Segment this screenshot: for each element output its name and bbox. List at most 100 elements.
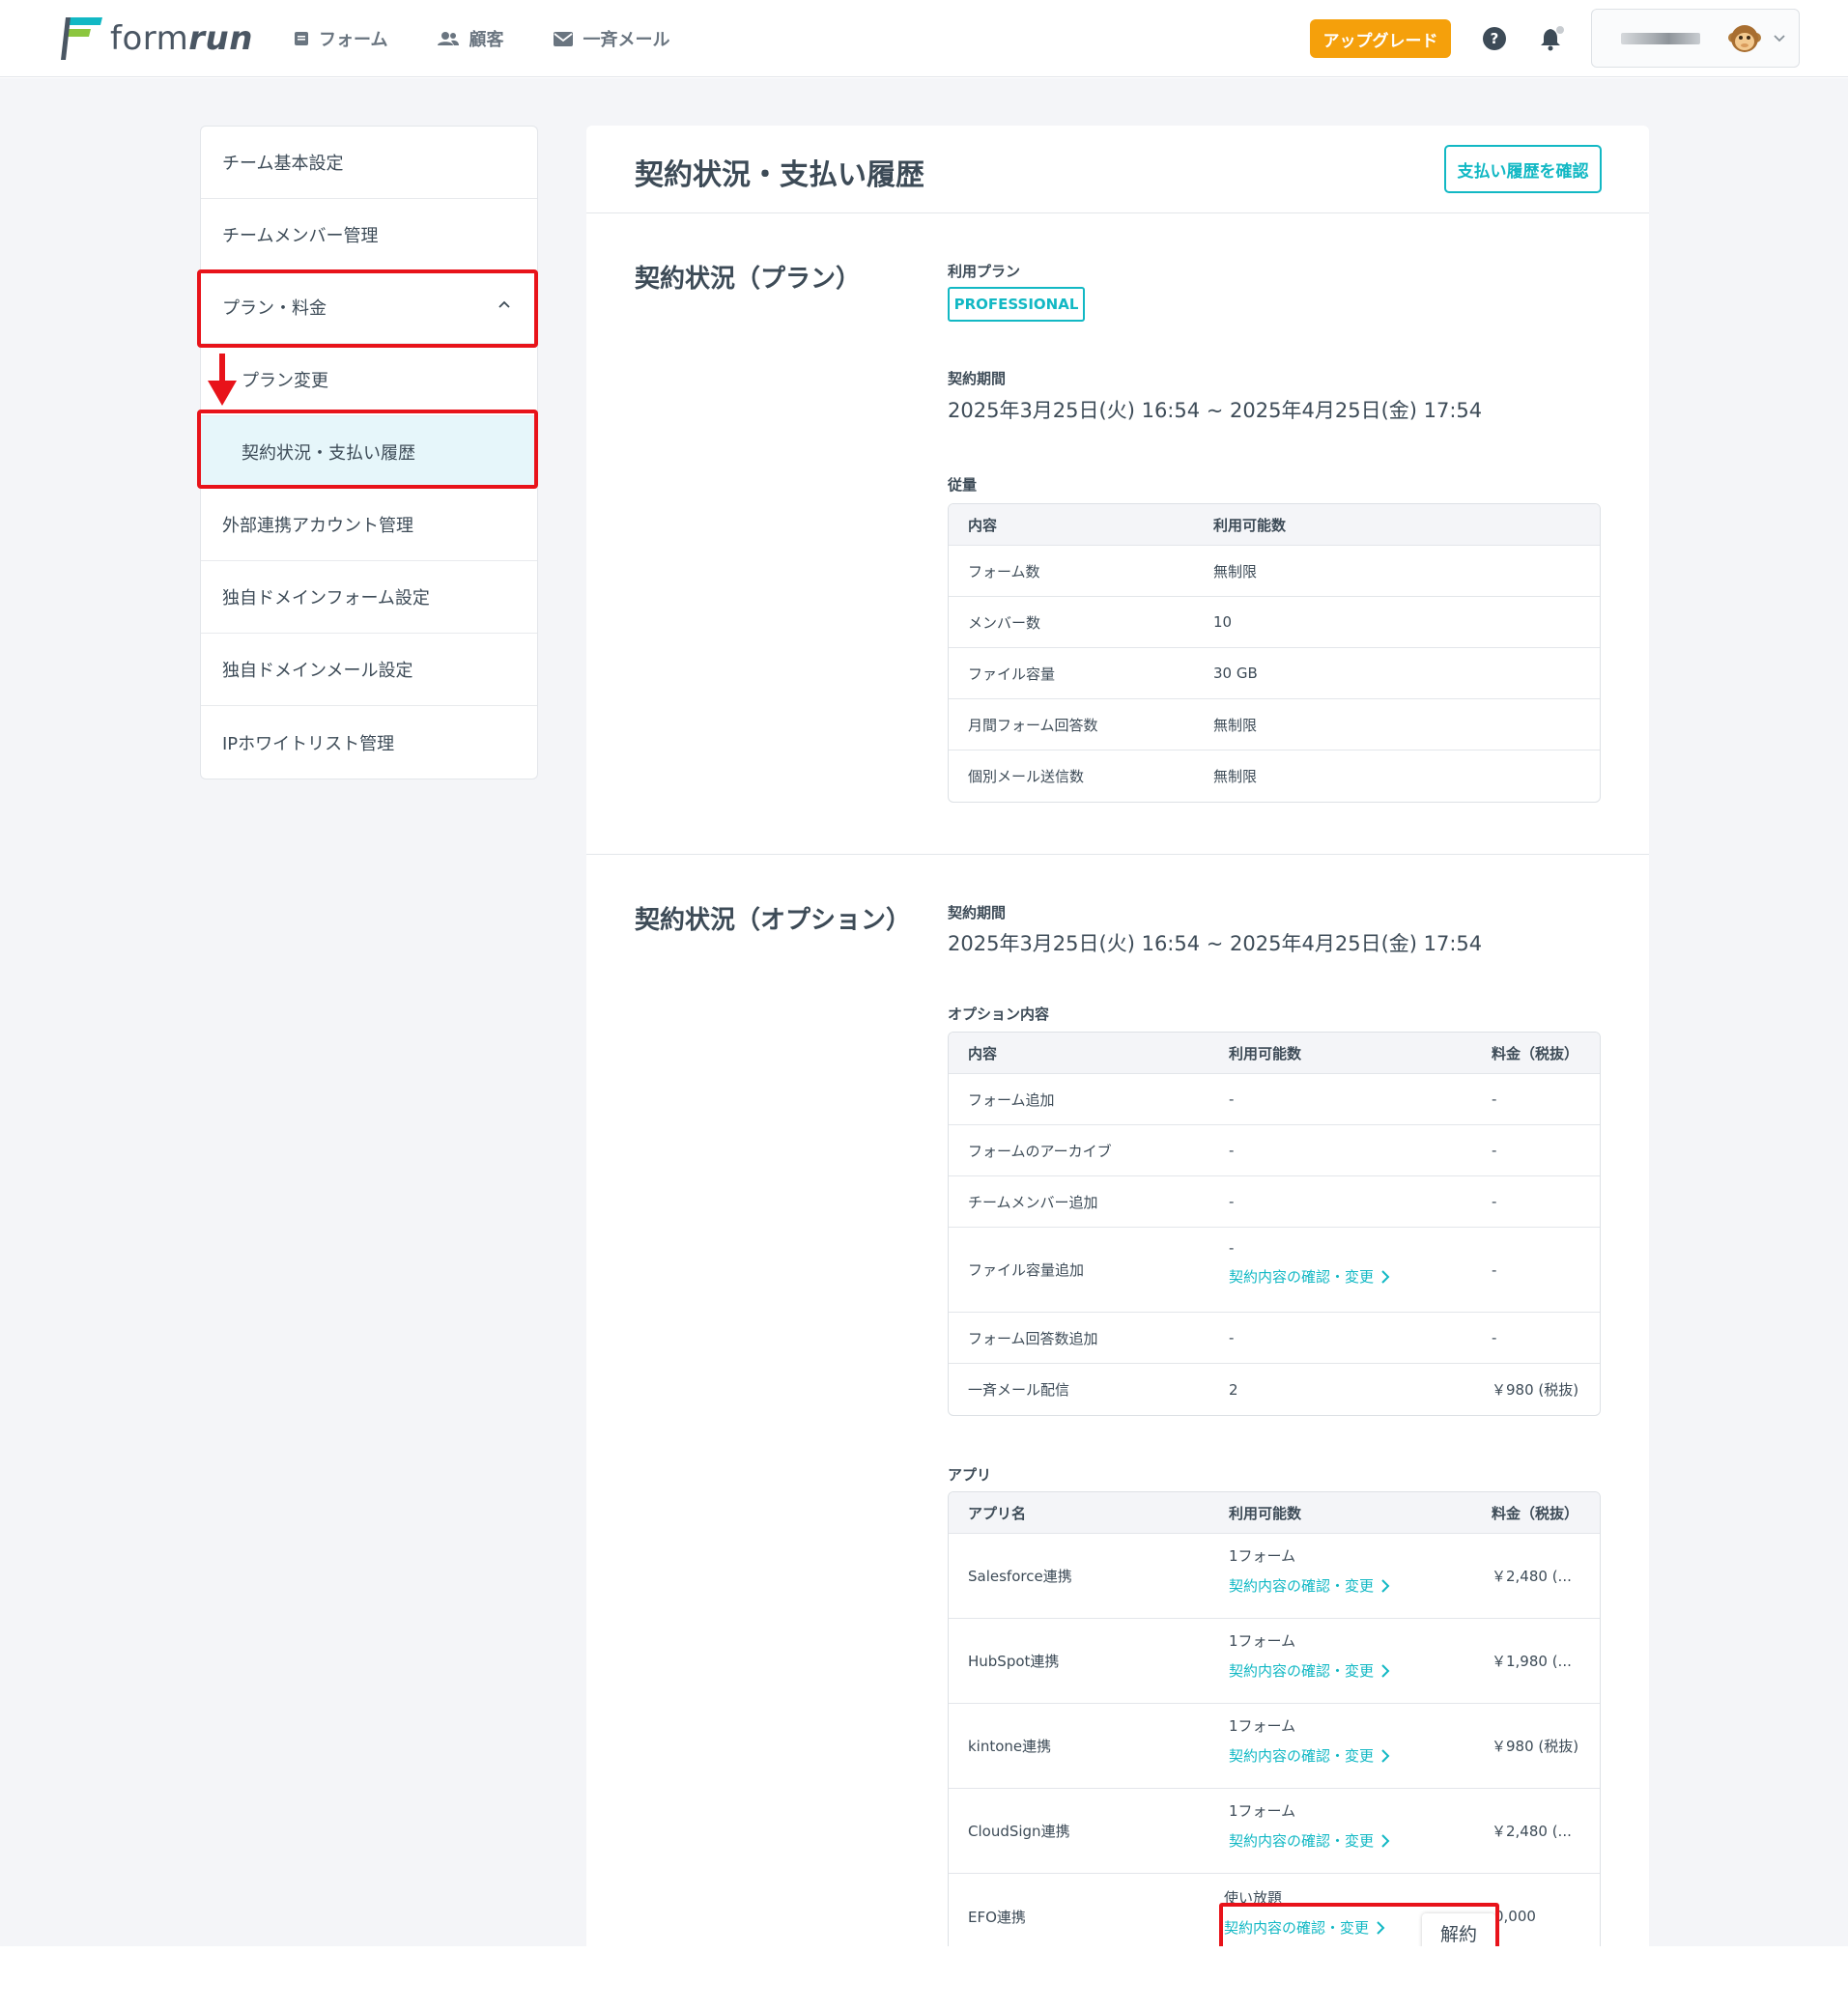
cell: ￥980 (税抜) (1492, 1738, 1579, 1755)
cell-stack: 1フォーム 契約内容の確認・変更 (1229, 1800, 1390, 1851)
mail-icon (554, 31, 574, 46)
cell: Salesforce連携 (968, 1568, 1072, 1585)
table-row: kintone連携 1フォーム 契約内容の確認・変更 ￥980 (税抜) (949, 1704, 1600, 1789)
contract-change-link[interactable]: 契約内容の確認・変更 (1229, 1745, 1390, 1766)
table-row: メンバー数 10 (949, 597, 1600, 648)
sidebar-item-label: チーム基本設定 (222, 154, 344, 174)
sidebar-item-ip-whitelist[interactable]: IPホワイトリスト管理 (201, 706, 537, 779)
contract-change-link[interactable]: 契約内容の確認・変更 (1229, 1660, 1390, 1681)
cell: - (1492, 1260, 1497, 1279)
cell-stack: - 契約内容の確認・変更 (1229, 1239, 1390, 1287)
cell: フォーム数 (968, 562, 1040, 580)
header-cell: アプリ名 (968, 1504, 1027, 1522)
cell: フォーム回答数追加 (968, 1329, 1098, 1347)
option-period: 2025年3月25日(火) 16:54 ~ 2025年4月25日(金) 17:5… (948, 932, 1483, 955)
bottom-edge (0, 1946, 1848, 2010)
form-icon (295, 32, 308, 45)
chevron-right-icon (1381, 1748, 1390, 1763)
chevron-right-icon (1381, 1833, 1390, 1848)
link-label: 契約内容の確認・変更 (1229, 1832, 1375, 1850)
payment-history-button[interactable]: 支払い履歴を確認 (1444, 145, 1602, 193)
cell: 1フォーム (1229, 1717, 1296, 1735)
header-cell: 内容 (968, 516, 998, 534)
table-row: ファイル容量追加 - 契約内容の確認・変更 - (949, 1228, 1600, 1313)
sidebar-item-custom-domain-form[interactable]: 独自ドメインフォーム設定 (201, 561, 537, 634)
nav-forms-label: フォーム (319, 30, 388, 50)
nav-bulk-mail-label: 一斉メール (583, 30, 670, 50)
cell: 個別メール送信数 (968, 768, 1085, 785)
sidebar-item-external-accounts[interactable]: 外部連携アカウント管理 (201, 489, 537, 561)
cell: 1フォーム (1229, 1632, 1296, 1650)
options-label: オプション内容 (948, 1005, 1050, 1023)
apps-label: アプリ (948, 1466, 992, 1484)
sidebar-item-custom-domain-mail[interactable]: 独自ドメインメール設定 (201, 634, 537, 706)
nav-bulk-mail[interactable]: 一斉メール (554, 26, 669, 51)
cell: 無制限 (1213, 562, 1258, 580)
contract-change-link[interactable]: 契約内容の確認・変更 (1229, 1575, 1390, 1596)
header-cell: 料金（税抜） (1492, 1044, 1579, 1062)
header-cell: 内容 (968, 1044, 998, 1062)
plan-section-title: 契約状況（プラン） (635, 265, 862, 294)
options-table: 内容 利用可能数 料金（税抜） フォーム追加 - - フォームのアーカイブ - - チー… (948, 1032, 1601, 1416)
contract-change-link[interactable]: 契約内容の確認・変更 (1229, 1266, 1390, 1287)
cell: - (1229, 1329, 1235, 1346)
formrun-logo[interactable]: formrun (60, 17, 253, 60)
cell: ￥1,980 (... (1492, 1653, 1572, 1670)
cell: 0,000 (1494, 1908, 1536, 1925)
cell: チームメンバー追加 (968, 1193, 1098, 1211)
table-row: フォーム追加 - - (949, 1074, 1600, 1125)
plan-label: 利用プラン (948, 263, 1021, 280)
upgrade-button[interactable]: アップグレード (1310, 19, 1451, 58)
sidebar-item-team-members[interactable]: チームメンバー管理 (201, 199, 537, 271)
page-title: 契約状況・支払い履歴 (635, 158, 924, 192)
cell: - (1492, 1193, 1497, 1210)
logo-text: formrun (110, 19, 253, 58)
apps-table: アプリ名 利用可能数 料金（税抜） Salesforce連携 1フォーム契約内容… (948, 1491, 1601, 1960)
notification-bell-icon[interactable] (1539, 25, 1566, 52)
cell: ファイル容量追加 (968, 1261, 1085, 1279)
chevron-right-icon (1381, 1663, 1390, 1678)
top-navigation-bar: formrun フォーム 顧客 一斉メール アップグレード ? (0, 0, 1848, 77)
cell-stack: 1フォーム契約内容の確認・変更 (1229, 1715, 1390, 1766)
table-row: 月間フォーム回答数 無制限 (949, 699, 1600, 750)
cell: ￥980 (税抜) (1492, 1381, 1579, 1399)
svg-text:?: ? (1491, 30, 1499, 47)
option-section-title: 契約状況（オプション） (635, 906, 912, 935)
cell: - (1229, 1090, 1235, 1108)
cell: ￥2,480 (... (1492, 1568, 1572, 1585)
logo-flag-icon (61, 17, 102, 60)
nav-customers-label: 顧客 (469, 30, 504, 50)
nav-customers[interactable]: 顧客 (438, 26, 503, 51)
table-header: 内容 利用可能数 料金（税抜） (949, 1033, 1600, 1074)
cell: CloudSign連携 (968, 1823, 1070, 1840)
chevron-right-icon (1381, 1578, 1390, 1593)
usage-label: 従量 (948, 476, 978, 494)
cell: ￥2,480 (... (1492, 1823, 1572, 1840)
cell: 一斉メール配信 (968, 1381, 1070, 1399)
cell: フォームのアーカイブ (968, 1142, 1112, 1160)
user-menu[interactable] (1591, 9, 1800, 68)
usage-table: 内容 利用可能数 フォーム数 無制限 メンバー数 10 ファイル容量 30 GB 月間… (948, 503, 1601, 803)
cell-stack: 1フォーム 契約内容の確認・変更 (1229, 1545, 1390, 1596)
cell: - (1229, 1193, 1235, 1210)
table-row: 一斉メール配信 2 ￥980 (税抜) (949, 1364, 1600, 1415)
contract-change-link[interactable]: 契約内容の確認・変更 (1229, 1830, 1390, 1851)
table-row: フォーム回答数追加 - - (949, 1313, 1600, 1364)
nav-forms[interactable]: フォーム (294, 26, 387, 51)
period-label: 契約期間 (948, 370, 1007, 387)
sidebar-item-plan-change[interactable]: プラン変更 (201, 344, 537, 416)
main-nav: フォーム 顧客 一斉メール (294, 26, 669, 51)
sidebar-item-label: 独自ドメインフォーム設定 (222, 588, 430, 609)
header-cell: 利用可能数 (1229, 1044, 1302, 1062)
sidebar-item-label: プラン変更 (242, 371, 328, 391)
user-name-blurred (1621, 33, 1700, 44)
table-header: アプリ名 利用可能数 料金（税抜） (949, 1492, 1600, 1534)
users-icon (438, 32, 460, 45)
chevron-right-icon (1381, 1269, 1390, 1284)
highlight-box-contract-status (197, 410, 538, 489)
help-icon[interactable]: ? (1483, 27, 1506, 50)
sidebar-item-team-basic[interactable]: チーム基本設定 (201, 127, 537, 199)
divider (586, 212, 1649, 213)
sidebar-item-label: 独自ドメインメール設定 (222, 661, 413, 681)
cell: 10 (1213, 613, 1233, 631)
